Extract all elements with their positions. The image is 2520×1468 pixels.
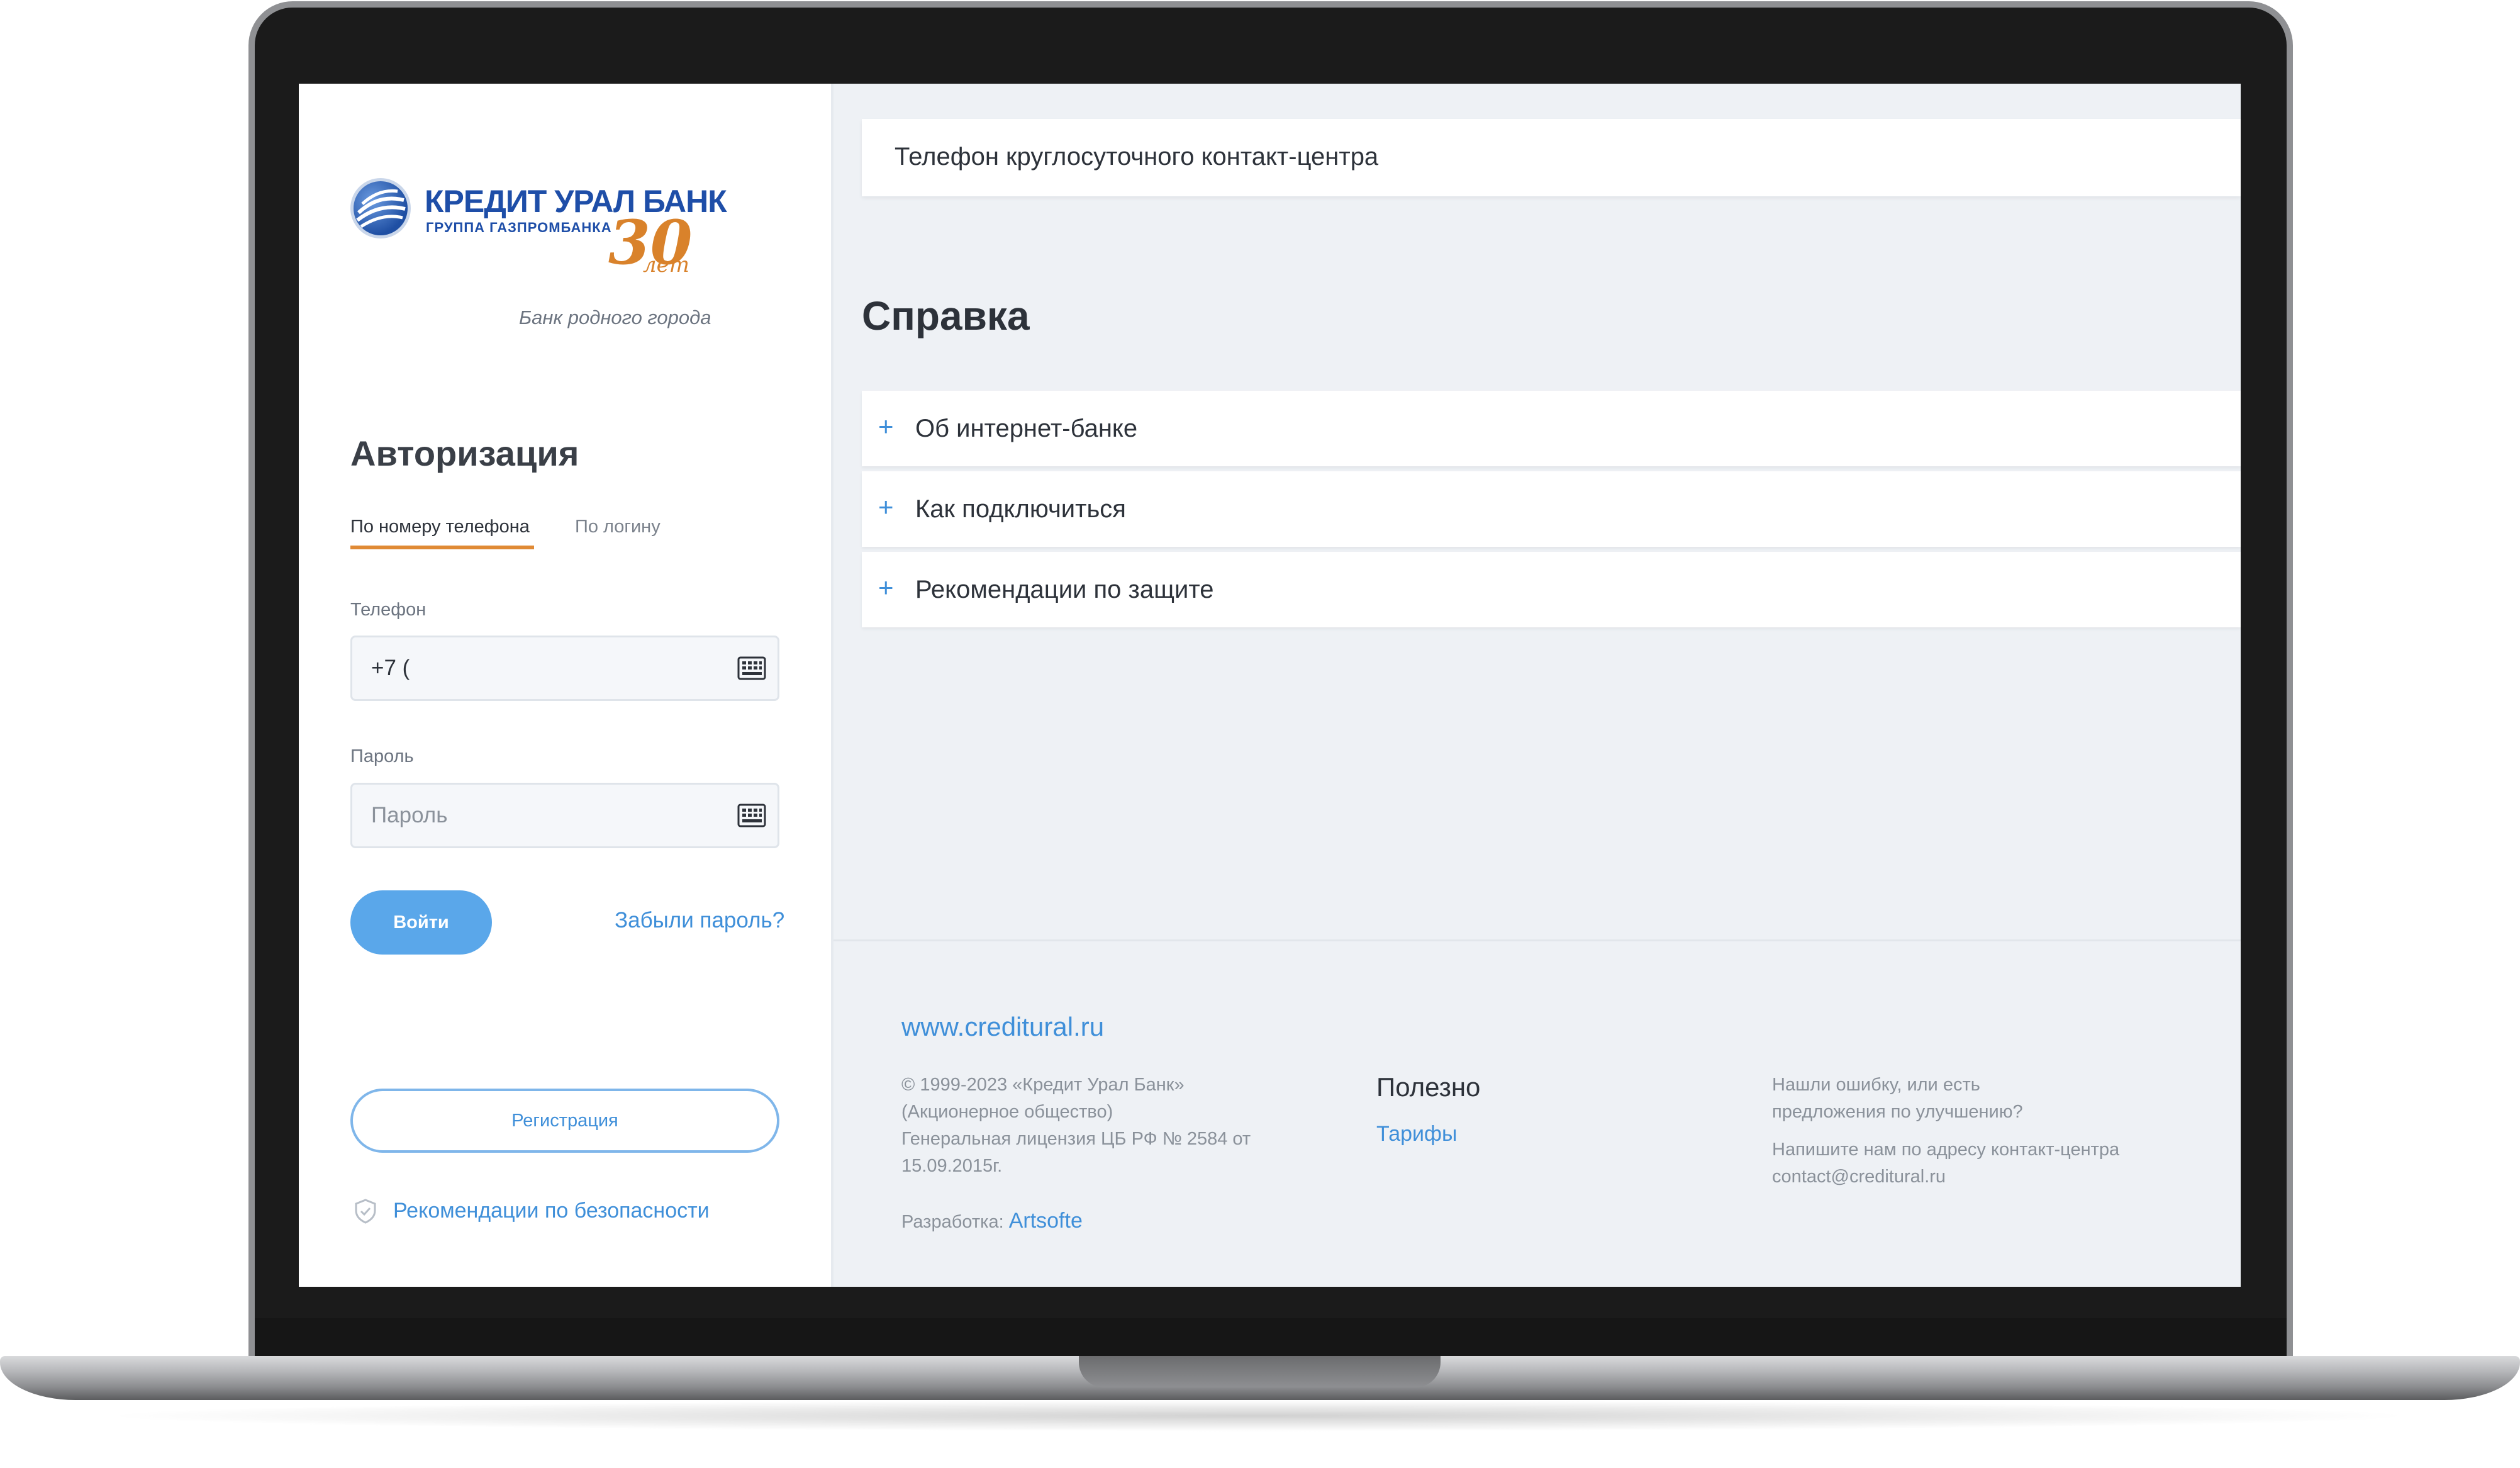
useful-title: Полезно — [1376, 1072, 1481, 1102]
phone-label: Телефон — [350, 600, 427, 620]
login-button[interactable]: Войти — [350, 890, 492, 955]
plus-icon: + — [878, 412, 894, 441]
plus-icon: + — [878, 573, 894, 602]
laptop-shadow — [94, 1400, 2422, 1432]
copyright-line: 15.09.2015г. — [901, 1156, 1003, 1176]
keyboard-icon[interactable] — [737, 804, 766, 827]
anniversary-word: лет — [643, 252, 690, 277]
accordion-item-protection[interactable]: + Рекомендации по защите — [862, 552, 2241, 627]
laptop-screen: КРЕДИТ УРАЛ БАНК ГРУППА ГАЗПРОМБАНКА 30 … — [299, 84, 2241, 1287]
forgot-password-link[interactable]: Забыли пароль? — [615, 908, 784, 933]
contact-line: Напишите нам по адресу контакт-центра — [1772, 1140, 2120, 1160]
tab-by-login[interactable]: По логину — [575, 517, 661, 549]
developer-link[interactable]: Artsofte — [1009, 1209, 1083, 1233]
footer-feedback: Нашли ошибку, или есть предложения по ул… — [1772, 1072, 2212, 1191]
footer-site-link[interactable]: www.creditural.ru — [901, 1012, 1104, 1042]
password-field — [350, 783, 779, 848]
accordion-label: Как подключиться — [915, 495, 1126, 523]
bank-logo[interactable]: КРЕДИТ УРАЛ БАНК ГРУППА ГАЗПРОМБАНКА 30 … — [350, 178, 727, 291]
accordion-label: Об интернет-банке — [915, 415, 1138, 442]
laptop-bezel-bottom — [255, 1318, 2287, 1356]
accordion-item-how-to-connect[interactable]: + Как подключиться — [862, 471, 2241, 547]
auth-title: Авторизация — [350, 434, 579, 473]
globe-icon — [350, 178, 411, 238]
developer-label: Разработка: — [901, 1212, 1004, 1232]
phone-input[interactable] — [371, 637, 711, 699]
keyboard-icon[interactable] — [737, 656, 766, 680]
register-button[interactable]: Регистрация — [350, 1089, 779, 1153]
contact-center-bar: Телефон круглосуточного контакт-центра — [862, 119, 2241, 196]
tab-by-phone[interactable]: По номеру телефона — [350, 517, 534, 549]
feedback-gap — [1772, 1126, 2212, 1136]
plus-icon: + — [878, 492, 894, 522]
footer-developer: Разработка: Artsofte — [901, 1209, 1083, 1233]
feedback-line: Нашли ошибку, или есть — [1772, 1075, 1980, 1095]
footer-divider — [833, 939, 2241, 941]
copyright-line: (Акционерное общество) — [901, 1102, 1113, 1122]
copyright-line: Генеральная лицензия ЦБ РФ № 2584 от — [901, 1129, 1251, 1149]
copyright-line: © 1999-2023 «Кредит Урал Банк» — [901, 1075, 1185, 1095]
shield-icon — [355, 1199, 376, 1224]
contact-email[interactable]: contact@creditural.ru — [1772, 1163, 2212, 1191]
security-recommendations-label: Рекомендации по безопасности — [393, 1199, 710, 1223]
password-label: Пароль — [350, 746, 414, 766]
bank-group: ГРУППА ГАЗПРОМБАНКА — [426, 220, 612, 235]
phone-field — [350, 636, 779, 701]
password-input[interactable] — [371, 785, 711, 846]
tariffs-link[interactable]: Тарифы — [1376, 1122, 1457, 1146]
auth-sidebar: КРЕДИТ УРАЛ БАНК ГРУППА ГАЗПРОМБАНКА 30 … — [299, 84, 833, 1287]
footer-copyright: © 1999-2023 «Кредит Урал Банк» (Акционер… — [901, 1072, 1304, 1180]
accordion-item-about[interactable]: + Об интернет-банке — [862, 391, 2241, 466]
help-title: Справка — [862, 293, 1030, 339]
contact-center-label: Телефон круглосуточного контакт-центра — [895, 143, 1379, 171]
bank-slogan: Банк родного города — [519, 306, 711, 328]
laptop-notch — [1079, 1356, 1441, 1387]
accordion-label: Рекомендации по защите — [915, 576, 1214, 603]
feedback-line: предложения по улучшению? — [1772, 1102, 2023, 1122]
help-accordion: + Об интернет-банке + Как подключиться +… — [862, 391, 2241, 632]
